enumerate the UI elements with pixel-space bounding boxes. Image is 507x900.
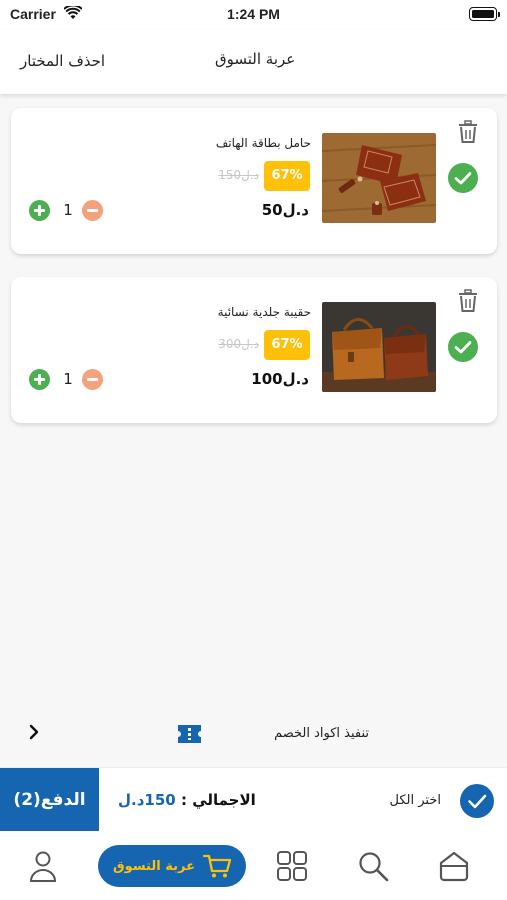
- status-bar: Carrier 1:24 PM: [0, 0, 507, 30]
- delete-selected-button[interactable]: احذف المختار: [20, 52, 105, 70]
- bottom-nav: عربة التسوق: [0, 831, 507, 900]
- total-label: الاجمالي :: [180, 791, 256, 809]
- nav-cart-label: عربة التسوق: [113, 858, 195, 874]
- item-select-check[interactable]: [448, 163, 478, 193]
- decrease-quantity-button[interactable]: [82, 200, 103, 221]
- page-title: عربة التسوق: [215, 50, 296, 68]
- product-name[interactable]: حقيبة جلدية نسائية: [218, 305, 311, 319]
- quantity-value: 1: [63, 370, 73, 388]
- price: 50د.ل: [261, 201, 309, 219]
- trash-icon[interactable]: [457, 289, 479, 313]
- select-all-label: اختر الكل: [389, 793, 441, 808]
- battery-icon: [469, 7, 500, 21]
- nav-cart-button[interactable]: عربة التسوق: [98, 845, 246, 887]
- discount-code-label: تنفيذ اكواد الخصم: [274, 726, 369, 741]
- cart-item: حقيبة جلدية نسائية 67% 300د.ل 100د.ل 1: [11, 277, 497, 423]
- decrease-quantity-button[interactable]: [82, 369, 103, 390]
- ticket-icon: [176, 723, 203, 745]
- increase-quantity-button[interactable]: [29, 200, 50, 221]
- cart-total: الاجمالي : 150د.ل: [118, 791, 256, 809]
- select-all-checkbox[interactable]: [460, 784, 494, 818]
- price: 100د.ل: [251, 370, 309, 388]
- checkout-bar: الدفع(2) الاجمالي : 150د.ل اختر الكل: [0, 767, 507, 832]
- cart-icon: [202, 854, 231, 878]
- old-price: 300د.ل: [218, 337, 259, 351]
- search-icon[interactable]: [356, 849, 390, 883]
- clock: 1:24 PM: [227, 6, 280, 22]
- item-select-check[interactable]: [448, 332, 478, 362]
- quantity-value: 1: [63, 201, 73, 219]
- discount-badge: 67%: [264, 330, 310, 360]
- discount-code-row[interactable]: تنفيذ اكواد الخصم: [0, 718, 507, 750]
- cart-item: حامل بطاقة الهاتف 67% 150د.ل 50د.ل 1: [11, 108, 497, 254]
- chevron-left-icon: [26, 723, 42, 741]
- app-header: احذف المختار عربة التسوق: [0, 30, 507, 94]
- home-icon[interactable]: [437, 849, 471, 883]
- old-price: 150د.ل: [218, 168, 259, 182]
- increase-quantity-button[interactable]: [29, 369, 50, 390]
- pay-button[interactable]: الدفع(2): [0, 768, 99, 832]
- categories-icon[interactable]: [275, 849, 309, 883]
- product-name[interactable]: حامل بطاقة الهاتف: [216, 136, 311, 150]
- discount-badge: 67%: [264, 161, 310, 191]
- total-value: 150د.ل: [118, 791, 176, 809]
- profile-icon[interactable]: [26, 849, 60, 883]
- product-image[interactable]: [322, 302, 436, 392]
- trash-icon[interactable]: [457, 120, 479, 144]
- product-image[interactable]: [322, 133, 436, 223]
